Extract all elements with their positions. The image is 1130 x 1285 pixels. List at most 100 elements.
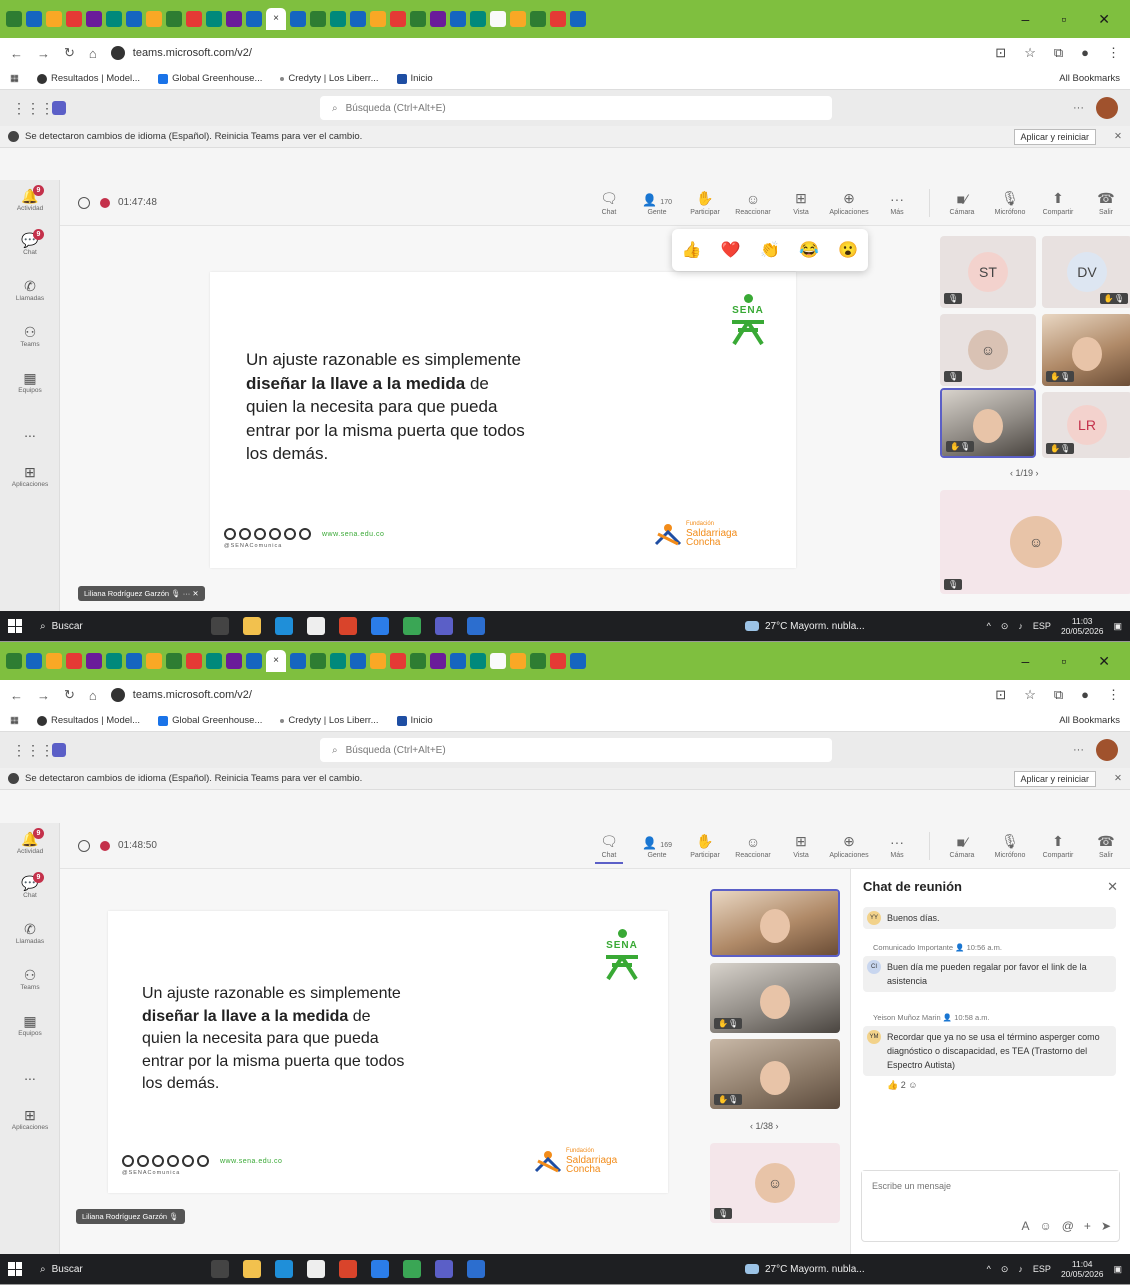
- notification-icon[interactable]: ▣: [1113, 621, 1122, 632]
- tab[interactable]: [146, 653, 162, 669]
- back-icon[interactable]: ←: [10, 688, 23, 703]
- teams-icon[interactable]: [434, 617, 453, 635]
- more-button[interactable]: ··· Más: [873, 834, 921, 859]
- edge-icon[interactable]: [274, 617, 293, 635]
- tab[interactable]: [510, 11, 526, 27]
- participant-tile[interactable]: ✋🎙: [710, 1039, 840, 1109]
- file-explorer-icon[interactable]: [242, 1260, 261, 1278]
- tab[interactable]: [66, 11, 82, 27]
- app-icon[interactable]: [370, 1260, 389, 1278]
- extensions-icon[interactable]: ⧉: [1054, 687, 1063, 703]
- chrome-icon[interactable]: [402, 1260, 421, 1278]
- tile-pager[interactable]: ‹ 1/19 ›: [1010, 468, 1039, 478]
- view-button[interactable]: ⊞ Vista: [777, 190, 825, 216]
- word-icon[interactable]: [466, 1260, 485, 1278]
- rail-item-teams[interactable]: ⚇ Teams: [0, 967, 60, 991]
- tab[interactable]: [246, 653, 262, 669]
- maximize-icon[interactable]: ▫: [1061, 11, 1066, 28]
- office-icon[interactable]: [338, 1260, 357, 1278]
- rail-item-apps[interactable]: ⊞ Aplicaciones: [0, 1107, 60, 1131]
- mic-button[interactable]: 🎙 Micrófono: [986, 833, 1034, 859]
- app-launcher-icon[interactable]: ⋮⋮⋮: [12, 100, 54, 117]
- rail-item-teams[interactable]: ⚇ Teams: [0, 324, 60, 348]
- react-button[interactable]: ☺ Reaccionar: [729, 834, 777, 859]
- tab[interactable]: [370, 11, 386, 27]
- close-icon[interactable]: ✕: [1098, 653, 1110, 670]
- tab[interactable]: [226, 11, 242, 27]
- url-text[interactable]: teams.microsoft.com/v2/: [133, 47, 252, 59]
- participant-tile-speaking[interactable]: ✋🎙: [940, 388, 1036, 458]
- reload-icon[interactable]: ↻: [64, 687, 75, 703]
- tab[interactable]: [530, 11, 546, 27]
- volume-icon[interactable]: ♪: [1018, 621, 1023, 631]
- tab[interactable]: [146, 11, 162, 27]
- surprised-reaction-icon[interactable]: 😮: [838, 240, 858, 260]
- participant-tile[interactable]: ✋🎙: [710, 963, 840, 1033]
- chat-button[interactable]: 🗨 Chat: [585, 190, 633, 216]
- shield-icon[interactable]: [78, 196, 90, 209]
- more-icon[interactable]: ···: [1073, 102, 1084, 114]
- clock[interactable]: 11:04 20/05/2026: [1061, 1259, 1104, 1279]
- leave-button[interactable]: ☎ Salir: [1082, 833, 1130, 859]
- tile-pager[interactable]: ‹ 1/38 ›: [750, 1121, 779, 1131]
- rail-item-calendar[interactable]: ▦ Equipos: [0, 1013, 60, 1037]
- tab[interactable]: [310, 653, 326, 669]
- tab[interactable]: [490, 653, 506, 669]
- message-reactions[interactable]: 👍 2 ☺: [863, 1080, 1116, 1091]
- tab[interactable]: [226, 653, 242, 669]
- all-bookmarks[interactable]: All Bookmarks: [1059, 715, 1120, 726]
- weather-widget[interactable]: 27°C Mayorm. nubla...: [745, 1264, 865, 1275]
- tab[interactable]: [350, 653, 366, 669]
- install-icon[interactable]: ⊡: [995, 45, 1006, 61]
- language-indicator[interactable]: ESP: [1033, 1264, 1051, 1274]
- tab[interactable]: [430, 653, 446, 669]
- tab[interactable]: [186, 653, 202, 669]
- url-text[interactable]: teams.microsoft.com/v2/: [133, 689, 252, 701]
- chevron-up-icon[interactable]: ^: [987, 1264, 991, 1274]
- notification-icon[interactable]: ▣: [1113, 1264, 1122, 1275]
- participant-tile-speaking[interactable]: [710, 889, 840, 957]
- menu-icon[interactable]: ⋮: [1107, 687, 1120, 703]
- bookmark[interactable]: Inicio: [396, 715, 433, 726]
- presenter-name-chip[interactable]: Liliana Rodríguez Garzón 🎙: [76, 1209, 185, 1224]
- file-explorer-icon[interactable]: [242, 617, 261, 635]
- menu-icon[interactable]: ⋮: [1107, 45, 1120, 61]
- rail-item-chat[interactable]: 💬 9 Chat: [0, 872, 60, 899]
- tab[interactable]: [6, 653, 22, 669]
- tab[interactable]: [186, 11, 202, 27]
- tab[interactable]: [290, 653, 306, 669]
- site-info-icon[interactable]: [110, 46, 125, 60]
- tab[interactable]: [490, 11, 506, 27]
- leave-button[interactable]: ☎ Salir: [1082, 190, 1130, 216]
- tab[interactable]: [330, 11, 346, 27]
- share-button[interactable]: ⬆ Compartir: [1034, 833, 1082, 859]
- bookmark[interactable]: Resultados | Model...: [36, 73, 140, 84]
- profile-icon[interactable]: ●: [1081, 45, 1089, 61]
- participant-tile[interactable]: ☺ 🎙: [710, 1143, 840, 1223]
- rail-item-activity[interactable]: 🔔 9 Actividad: [0, 828, 60, 855]
- taskbar-search[interactable]: ⌕ Buscar: [40, 621, 83, 632]
- more-button[interactable]: ··· Más: [873, 191, 921, 216]
- tab[interactable]: [470, 653, 486, 669]
- rail-item-chat[interactable]: 💬 9 Chat: [0, 229, 60, 256]
- rail-item-apps[interactable]: ⊞ Aplicaciones: [0, 464, 60, 488]
- rail-item-activity[interactable]: 🔔 9 Actividad: [0, 185, 60, 212]
- bookmark[interactable]: Global Greenhouse...: [158, 73, 262, 84]
- tab[interactable]: [430, 11, 446, 27]
- participant-tile[interactable]: DV ✋🎙: [1042, 236, 1130, 308]
- forward-icon[interactable]: →: [37, 688, 50, 703]
- tab[interactable]: [246, 11, 262, 27]
- site-info-icon[interactable]: [110, 688, 125, 702]
- close-icon[interactable]: ✕: [1114, 773, 1122, 784]
- language-indicator[interactable]: ESP: [1033, 621, 1051, 631]
- more-icon[interactable]: ···: [1073, 744, 1084, 756]
- tab[interactable]: [66, 653, 82, 669]
- app-icon[interactable]: [370, 617, 389, 635]
- tab[interactable]: [126, 653, 142, 669]
- reload-icon[interactable]: ↻: [64, 45, 75, 61]
- profile-icon[interactable]: ●: [1081, 687, 1089, 703]
- message-input[interactable]: [862, 1171, 1119, 1201]
- maximize-icon[interactable]: ▫: [1061, 653, 1066, 670]
- avatar[interactable]: [1096, 97, 1118, 119]
- bookmark[interactable]: Inicio: [396, 73, 433, 84]
